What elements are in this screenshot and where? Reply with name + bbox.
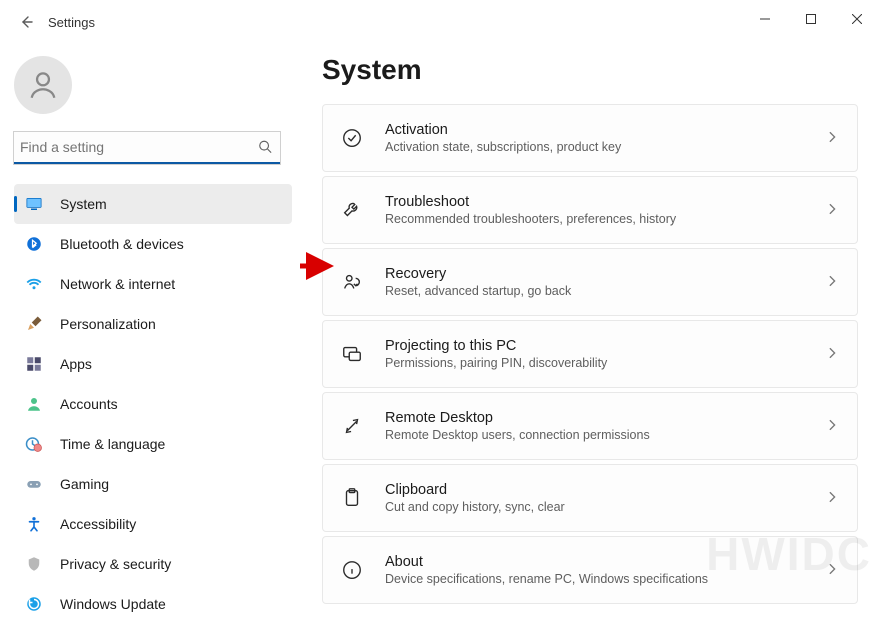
setting-subtitle: Activation state, subscriptions, product…	[385, 140, 803, 154]
titlebar: Settings	[0, 0, 880, 44]
setting-text: Troubleshoot Recommended troubleshooters…	[385, 194, 803, 226]
main-content: System Activation Activation state, subs…	[300, 44, 880, 629]
close-button[interactable]	[834, 3, 880, 35]
recovery-icon	[341, 271, 363, 293]
sidebar-item-label: System	[60, 196, 107, 212]
chevron-right-icon	[825, 346, 839, 363]
accessibility-icon	[24, 514, 44, 534]
setting-subtitle: Permissions, pairing PIN, discoverabilit…	[385, 356, 803, 370]
update-icon	[24, 594, 44, 614]
nav-list: System Bluetooth & devices Network & inter…	[14, 184, 292, 624]
sidebar-item-label: Accounts	[60, 396, 118, 412]
monitor-icon	[24, 194, 44, 214]
sidebar-item-accessibility[interactable]: Accessibility	[14, 504, 292, 544]
setting-title: Recovery	[385, 266, 803, 282]
settings-list: Activation Activation state, subscriptio…	[322, 104, 858, 604]
sidebar-item-apps[interactable]: Apps	[14, 344, 292, 384]
close-icon	[852, 14, 862, 24]
setting-troubleshoot[interactable]: Troubleshoot Recommended troubleshooters…	[322, 176, 858, 244]
sidebar: System Bluetooth & devices Network & inter…	[0, 44, 300, 629]
window-title: Settings	[48, 15, 95, 30]
page-title: System	[322, 54, 858, 86]
clock-globe-icon	[24, 434, 44, 454]
setting-about[interactable]: About Device specifications, rename PC, …	[322, 536, 858, 604]
remote-icon	[341, 415, 363, 437]
setting-remote-desktop[interactable]: Remote Desktop Remote Desktop users, con…	[322, 392, 858, 460]
chevron-right-icon	[825, 418, 839, 435]
setting-activation[interactable]: Activation Activation state, subscriptio…	[322, 104, 858, 172]
setting-title: Troubleshoot	[385, 194, 803, 210]
setting-text: Projecting to this PC Permissions, pairi…	[385, 338, 803, 370]
avatar-icon	[26, 68, 60, 102]
sidebar-item-privacy-security[interactable]: Privacy & security	[14, 544, 292, 584]
troubleshoot-icon	[341, 199, 363, 221]
activation-icon	[341, 127, 363, 149]
setting-text: Clipboard Cut and copy history, sync, cl…	[385, 482, 803, 514]
setting-clipboard[interactable]: Clipboard Cut and copy history, sync, cl…	[322, 464, 858, 532]
setting-text: Activation Activation state, subscriptio…	[385, 122, 803, 154]
sidebar-item-personalization[interactable]: Personalization	[14, 304, 292, 344]
person-icon	[24, 394, 44, 414]
sidebar-item-bluetooth-devices[interactable]: Bluetooth & devices	[14, 224, 292, 264]
chevron-right-icon	[825, 202, 839, 219]
setting-projecting-to-this-pc[interactable]: Projecting to this PC Permissions, pairi…	[322, 320, 858, 388]
sidebar-item-label: Personalization	[60, 316, 156, 332]
chevron-right-icon	[825, 490, 839, 507]
sidebar-item-label: Bluetooth & devices	[60, 236, 184, 252]
sidebar-item-label: Apps	[60, 356, 92, 372]
back-button[interactable]	[6, 0, 46, 44]
sidebar-item-label: Network & internet	[60, 276, 175, 292]
search-icon	[258, 140, 272, 157]
back-arrow-icon	[18, 14, 34, 30]
sidebar-item-gaming[interactable]: Gaming	[14, 464, 292, 504]
setting-recovery[interactable]: Recovery Reset, advanced startup, go bac…	[322, 248, 858, 316]
setting-subtitle: Reset, advanced startup, go back	[385, 284, 803, 298]
shield-icon	[24, 554, 44, 574]
chevron-right-icon	[825, 562, 839, 579]
window-controls	[742, 9, 880, 35]
setting-title: Remote Desktop	[385, 410, 803, 426]
sidebar-item-label: Privacy & security	[60, 556, 171, 572]
setting-title: Projecting to this PC	[385, 338, 803, 354]
gamepad-icon	[24, 474, 44, 494]
sidebar-item-label: Accessibility	[60, 516, 136, 532]
minimize-icon	[760, 14, 770, 24]
sidebar-item-label: Time & language	[60, 436, 165, 452]
wifi-icon	[24, 274, 44, 294]
search-input[interactable]	[14, 132, 280, 164]
setting-subtitle: Recommended troubleshooters, preferences…	[385, 212, 803, 226]
setting-title: About	[385, 554, 803, 570]
setting-text: About Device specifications, rename PC, …	[385, 554, 803, 586]
setting-title: Clipboard	[385, 482, 803, 498]
setting-title: Activation	[385, 122, 803, 138]
apps-icon	[24, 354, 44, 374]
maximize-icon	[806, 14, 816, 24]
sidebar-item-system[interactable]: System	[14, 184, 292, 224]
maximize-button[interactable]	[788, 3, 834, 35]
setting-subtitle: Cut and copy history, sync, clear	[385, 500, 803, 514]
clipboard-icon	[341, 487, 363, 509]
minimize-button[interactable]	[742, 3, 788, 35]
sidebar-item-label: Windows Update	[60, 596, 166, 612]
setting-text: Recovery Reset, advanced startup, go bac…	[385, 266, 803, 298]
setting-subtitle: Device specifications, rename PC, Window…	[385, 572, 803, 586]
projecting-icon	[341, 343, 363, 365]
brush-icon	[24, 314, 44, 334]
sidebar-item-windows-update[interactable]: Windows Update	[14, 584, 292, 624]
avatar[interactable]	[14, 56, 72, 114]
setting-text: Remote Desktop Remote Desktop users, con…	[385, 410, 803, 442]
chevron-right-icon	[825, 130, 839, 147]
setting-subtitle: Remote Desktop users, connection permiss…	[385, 428, 803, 442]
bluetooth-icon	[24, 234, 44, 254]
sidebar-item-accounts[interactable]: Accounts	[14, 384, 292, 424]
chevron-right-icon	[825, 274, 839, 291]
sidebar-item-time-language[interactable]: Time & language	[14, 424, 292, 464]
about-icon	[341, 559, 363, 581]
sidebar-item-network-internet[interactable]: Network & internet	[14, 264, 292, 304]
sidebar-item-label: Gaming	[60, 476, 109, 492]
search-wrap	[14, 132, 280, 164]
